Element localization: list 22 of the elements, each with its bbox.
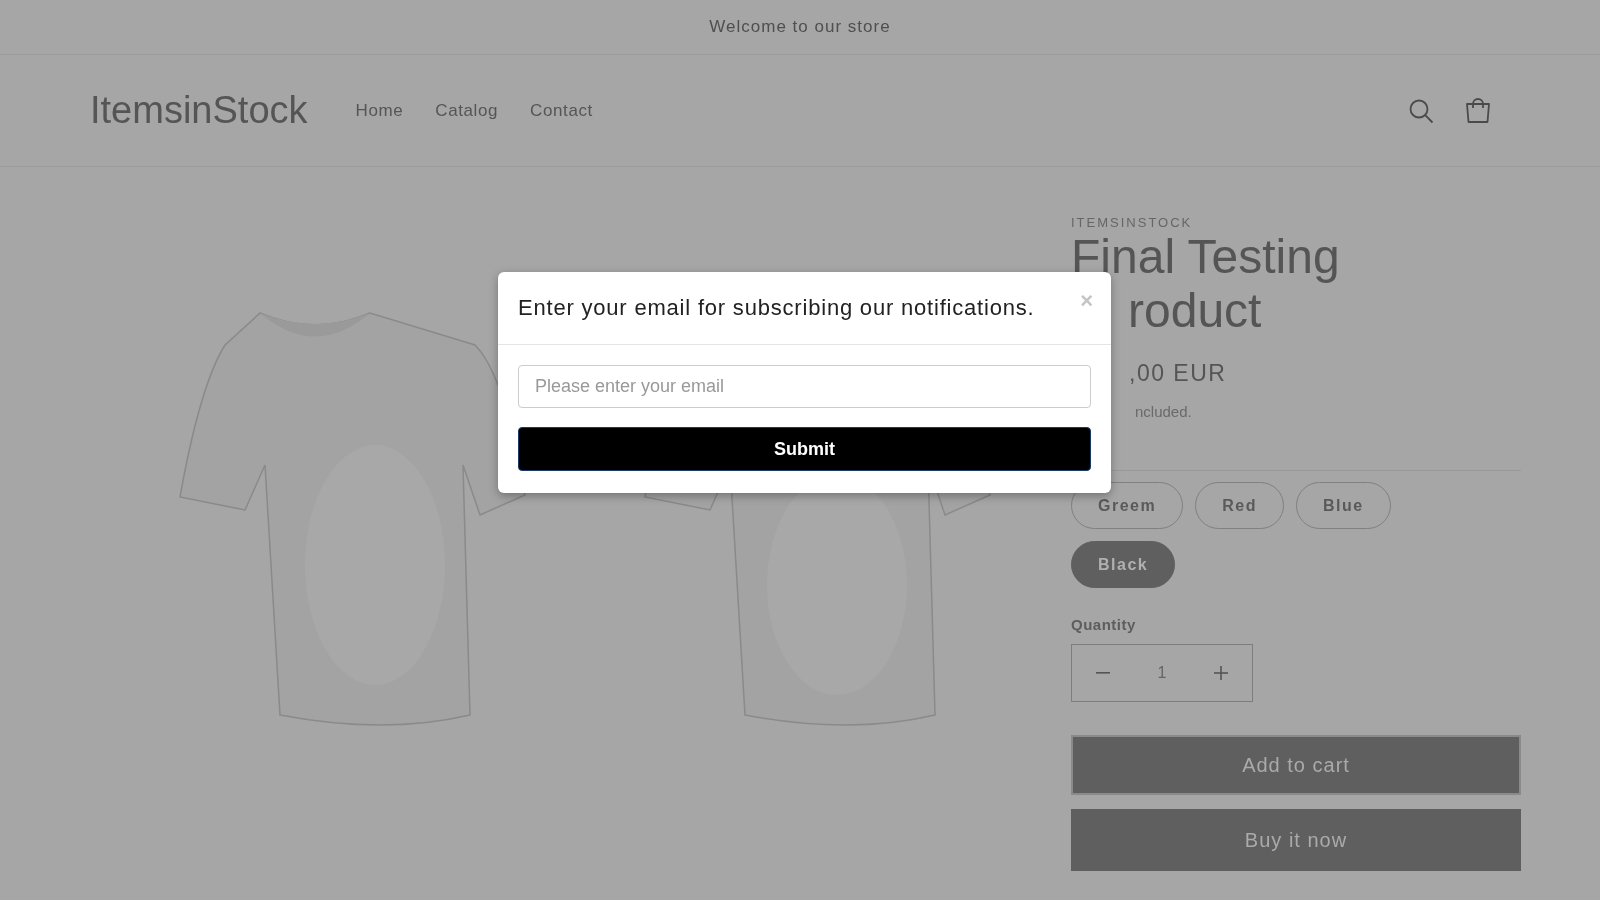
nav-link[interactable]: Catalog: [435, 100, 499, 121]
store-logo[interactable]: ItemsinStock: [90, 89, 308, 132]
quantity-label: Quantity: [1071, 616, 1136, 633]
product-title: roduct: [1128, 284, 1262, 338]
price: ,00 EUR: [1129, 360, 1227, 387]
search-icon[interactable]: [1408, 97, 1434, 124]
nav-link[interactable]: Home: [355, 100, 404, 121]
announcement-text: Welcome to our store: [709, 17, 891, 37]
buy-now-button[interactable]: Buy it now: [1071, 809, 1521, 871]
email-field[interactable]: Please enter your email: [518, 365, 1091, 408]
cart-icon[interactable]: [1464, 96, 1492, 125]
plus-icon[interactable]: [1214, 666, 1228, 680]
tax-note: ncluded.: [1135, 403, 1192, 420]
variant-option[interactable]: Black: [1071, 541, 1176, 588]
vendor-label: ITEMSINSTOCK: [1071, 215, 1193, 230]
nav-link[interactable]: Contact: [530, 100, 593, 121]
add-to-cart-button[interactable]: Add to cart: [1071, 735, 1521, 795]
product-title: Final Testing: [1071, 230, 1340, 284]
close-button[interactable]: ×: [1080, 290, 1093, 312]
submit-button[interactable]: Submit: [518, 427, 1091, 471]
quantity-field[interactable]: 1: [1071, 644, 1253, 702]
dialog-title: Enter your email for subscribing our notifications.: [518, 295, 1035, 321]
